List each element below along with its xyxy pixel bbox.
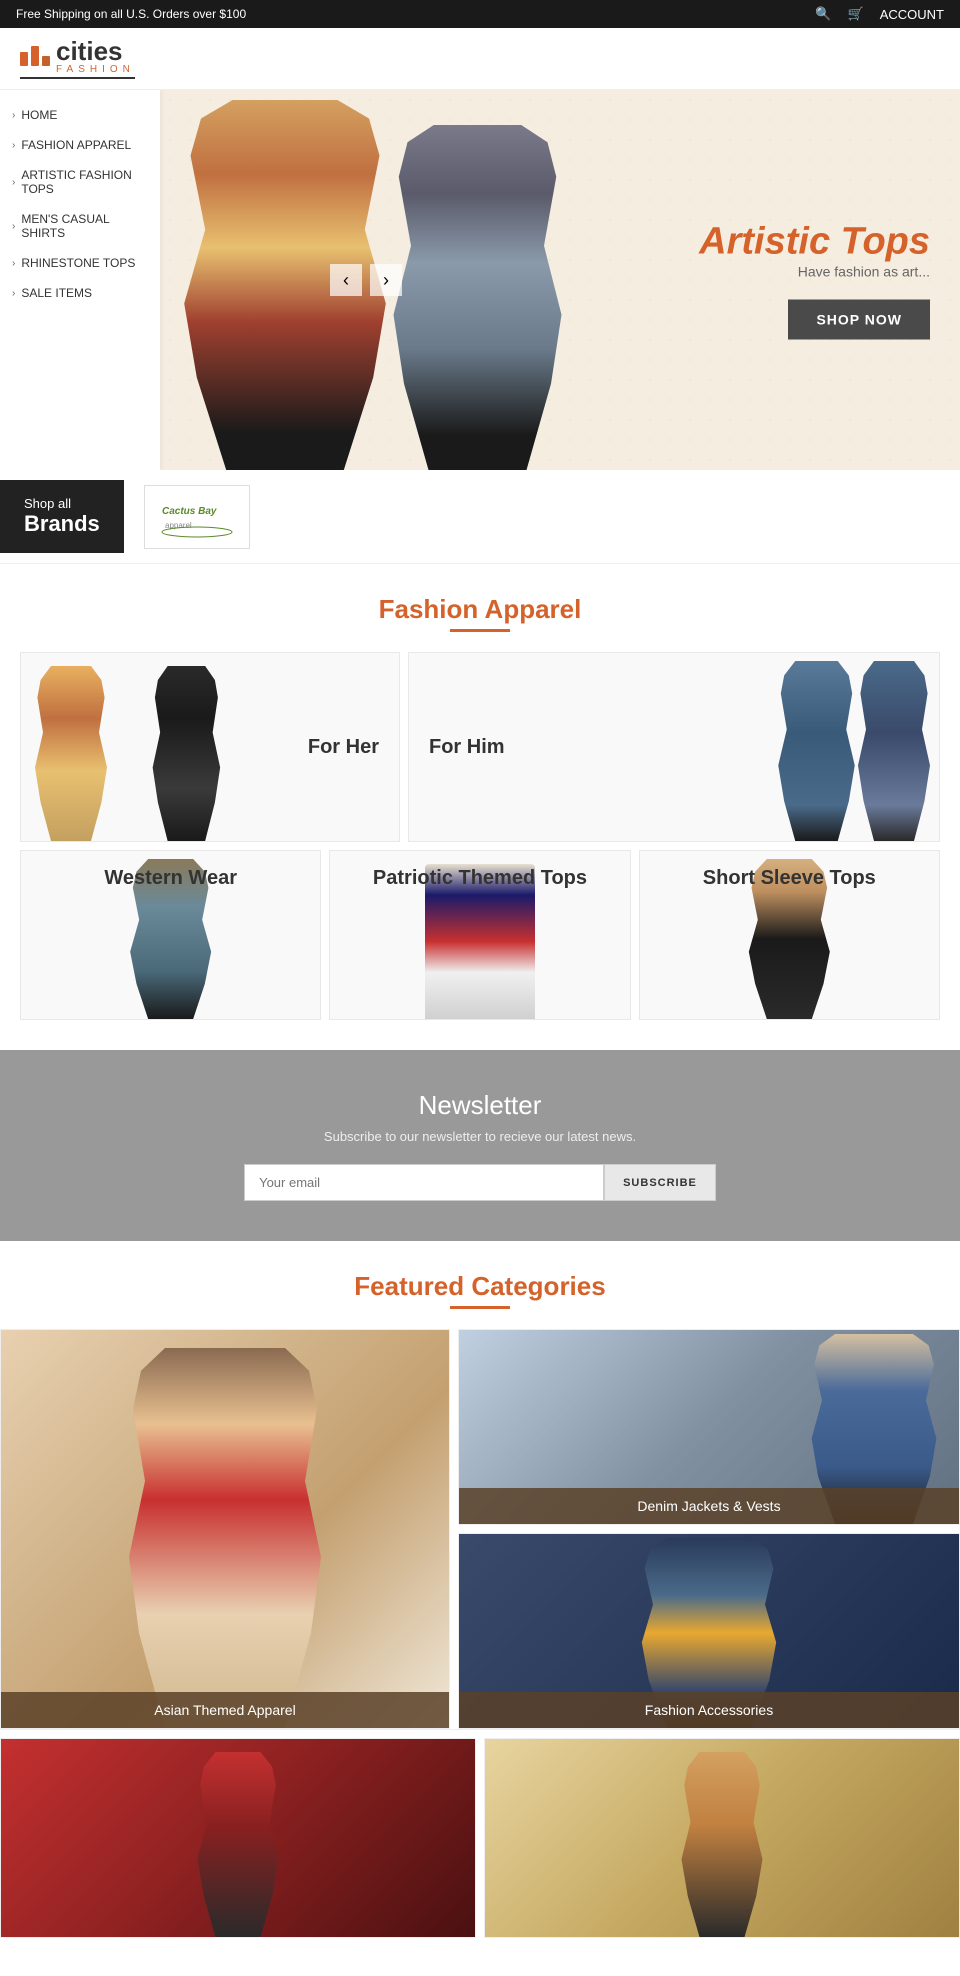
newsletter-subtitle: Subscribe to our newsletter to recieve o… [20,1129,940,1144]
denim-label: Denim Jackets & Vests [459,1488,959,1524]
top-bar: Free Shipping on all U.S. Orders over $1… [0,0,960,28]
brands-bar: Shop all Brands Cactus Bay apparel [0,470,960,564]
featured-card-denim[interactable]: Denim Jackets & Vests [458,1329,960,1525]
sidebar-item-mens-shirts[interactable]: › MEN'S CASUAL SHIRTS [0,204,160,248]
sidebar-item-fashion-apparel[interactable]: › FASHION APPAREL [0,130,160,160]
shipping-text: Free Shipping on all U.S. Orders over $1… [16,7,246,21]
title-underline [450,629,510,632]
logo-cities: cities [56,38,135,64]
brands-text: Brands [24,511,100,537]
patriotic-tops-card[interactable]: Patriotic Themed Tops [329,850,630,1020]
featured-title-underline [450,1306,510,1309]
cart-icon[interactable]: 🛒 [848,6,864,22]
featured-title: Featured Categories [0,1271,960,1302]
sidebar-item-home[interactable]: › HOME [0,100,160,130]
bottom-card-1[interactable] [0,1738,476,1938]
for-her-card[interactable]: For Her [20,652,400,842]
newsletter-email-input[interactable] [244,1164,604,1201]
fashion-apparel-title: Fashion Apparel [20,594,940,625]
newsletter-form: SUBSCRIBE [20,1164,940,1201]
apparel-grid-top: For Her For Him [20,652,940,842]
for-him-label: For Him [429,736,505,759]
hero-section: › HOME › FASHION APPAREL › ARTISTIC FASH… [0,90,960,470]
brands-label-block: Shop all Brands [0,480,124,553]
short-sleeve-label: Short Sleeve Tops [703,867,876,890]
short-sleeve-card[interactable]: Short Sleeve Tops [639,850,940,1020]
hero-next-button[interactable]: › [370,264,402,296]
asian-apparel-label: Asian Themed Apparel [1,1692,449,1728]
hero-subtitle: Have fashion as art... [699,264,930,280]
newsletter-title: Newsletter [20,1090,940,1121]
featured-categories-section: Featured Categories Asian Themed Apparel… [0,1241,960,1976]
featured-card-accessories[interactable]: Fashion Accessories [458,1533,960,1729]
hero-title: Artistic Tops [699,221,930,264]
bottom-grid [0,1729,960,1946]
sidebar-item-artistic-tops[interactable]: › ARTISTIC FASHION TOPS [0,160,160,204]
shop-now-button[interactable]: SHOP NOW [788,300,930,340]
header: cities FASHION [0,28,960,90]
featured-small-col: Denim Jackets & Vests Fashion Accessorie… [458,1329,960,1729]
newsletter-subscribe-button[interactable]: SUBSCRIBE [604,1164,716,1201]
shop-all-text: Shop all [24,496,100,511]
accessories-label: Fashion Accessories [459,1692,959,1728]
account-label[interactable]: ACCOUNT [880,7,944,22]
apparel-grid-bottom: Western Wear Patriotic Themed Tops Short… [20,850,940,1020]
hero-prev-button[interactable]: ‹ [330,264,362,296]
featured-grid: Asian Themed Apparel Denim Jackets & Ves… [0,1329,960,1729]
western-wear-card[interactable]: Western Wear [20,850,321,1020]
newsletter-section: Newsletter Subscribe to our newsletter t… [0,1050,960,1241]
svg-text:Cactus Bay: Cactus Bay [162,506,217,517]
western-label: Western Wear [104,867,237,890]
for-him-card[interactable]: For Him [408,652,940,842]
hero-content: ‹ › Artistic Tops Have fashion as art...… [160,90,960,470]
brand-logo-cactus[interactable]: Cactus Bay apparel [144,485,250,549]
search-icon[interactable]: 🔍 [815,6,831,22]
sidebar-item-sale[interactable]: › SALE ITEMS [0,278,160,308]
sidebar-item-rhinestone[interactable]: › RHINESTONE TOPS [0,248,160,278]
for-her-label: For Her [308,736,379,759]
hero-text-block: Artistic Tops Have fashion as art... SHO… [699,221,930,340]
featured-card-asian[interactable]: Asian Themed Apparel [0,1329,450,1729]
fashion-apparel-section: Fashion Apparel For Her For Him Western … [0,564,960,1050]
logo[interactable]: cities FASHION [20,38,135,79]
patriotic-label: Patriotic Themed Tops [373,867,587,890]
sidebar-nav: › HOME › FASHION APPAREL › ARTISTIC FASH… [0,90,160,470]
logo-fashion: FASHION [56,64,135,75]
bottom-card-2[interactable] [484,1738,960,1938]
